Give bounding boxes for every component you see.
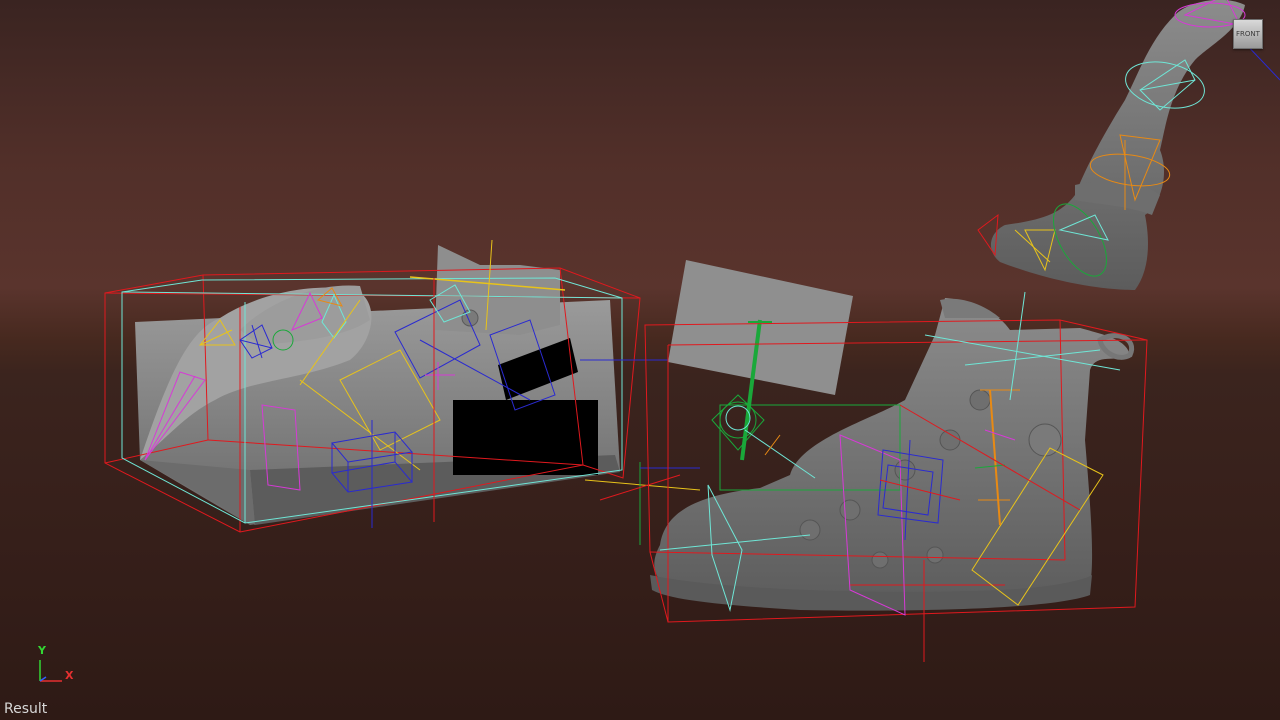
leg-mesh[interactable] (991, 0, 1245, 290)
shoebox-mesh[interactable] (135, 245, 620, 525)
axis-y-label: Y (38, 644, 46, 657)
axis-x-label: X (65, 669, 74, 682)
sign-board-mesh[interactable] (668, 260, 853, 461)
axis-gizmo: Y X (28, 642, 80, 688)
view-cube-front[interactable]: FRONT (1233, 19, 1263, 49)
viewport-name-label: Result (4, 701, 48, 717)
3d-viewport[interactable] (0, 0, 1280, 720)
view-cube-label: FRONT (1236, 30, 1260, 38)
